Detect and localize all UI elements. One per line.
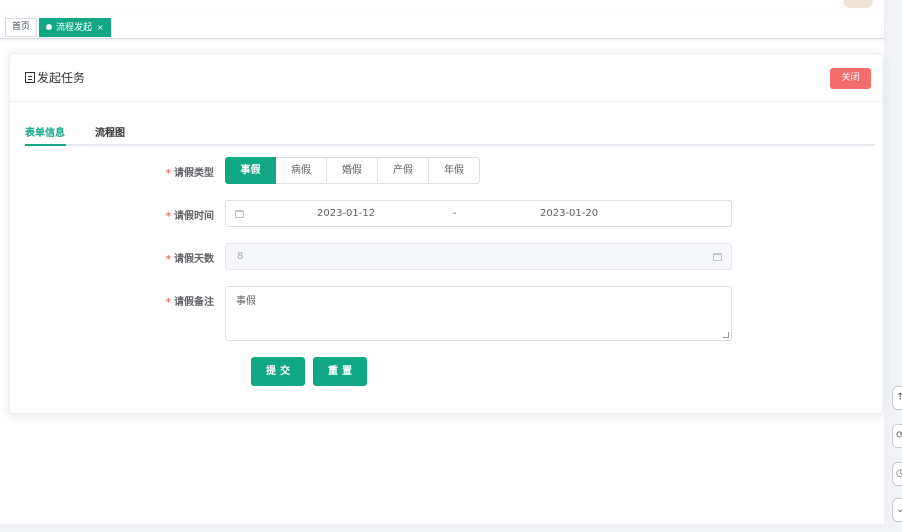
tags-view-bar: 首页 流程发起 × (0, 16, 884, 39)
resize-handle-icon[interactable] (723, 332, 729, 338)
start-date-input[interactable]: 2023-01-12 (317, 208, 375, 219)
tag-active-label: 流程发起 (56, 23, 93, 33)
clock-icon[interactable]: ◷ (892, 462, 902, 486)
tag-process-start[interactable]: 流程发起 × (39, 18, 111, 37)
submit-button[interactable]: 提交 (251, 357, 305, 386)
leave-type-option-maternity[interactable]: 产假 (378, 157, 429, 184)
leave-days-value: 8 (237, 251, 244, 262)
leave-type-option-marriage[interactable]: 婚假 (327, 157, 378, 184)
leave-remark-textarea[interactable]: 事假 (225, 286, 732, 341)
leave-days-input: 8 (225, 243, 732, 270)
scroll-top-icon[interactable]: ↑ (892, 386, 902, 410)
document-icon (25, 72, 35, 83)
page-title-text: 发起任务 (37, 71, 86, 85)
task-card: 发起任务 关闭 表单信息 流程图 * 请假类型 事假 病假 婚假 产假 年假 * 请… (9, 53, 883, 414)
leave-days-label: * 请假天数 (134, 250, 214, 265)
tag-home[interactable]: 首页 (5, 18, 38, 37)
leave-type-option-personal[interactable]: 事假 (225, 157, 276, 184)
leave-type-label-text: 请假类型 (174, 168, 214, 179)
range-separator: - (453, 208, 457, 219)
active-dot-icon (46, 24, 52, 30)
tab-form-info[interactable]: 表单信息 (25, 124, 65, 139)
card-header: 发起任务 关闭 (10, 54, 882, 102)
leave-remark-value: 事假 (236, 296, 256, 307)
page: 首页 流程发起 × 发起任务 关闭 表单信息 流程图 * 请假类型 事假 病假 婚假… (0, 0, 884, 524)
required-mark: * (165, 211, 171, 222)
tabs: 表单信息 流程图 (25, 118, 875, 146)
leave-type-label: * 请假类型 (134, 164, 214, 179)
leave-time-label-text: 请假时间 (174, 211, 214, 222)
refresh-icon[interactable]: ⟳ (892, 424, 902, 448)
leave-time-label: * 请假时间 (134, 207, 214, 222)
required-mark: * (165, 254, 171, 265)
calendar-icon (713, 253, 722, 261)
tag-close-icon[interactable]: × (97, 23, 104, 32)
tab-flow-chart[interactable]: 流程图 (95, 124, 125, 139)
leave-remark-label-text: 请假备注 (174, 297, 214, 308)
leave-time-range-picker[interactable]: 2023-01-12 - 2023-01-20 (225, 200, 732, 227)
page-title: 发起任务 (25, 69, 85, 86)
leave-type-radio-group: 事假 病假 婚假 产假 年假 (225, 157, 480, 184)
calendar-icon (235, 210, 244, 218)
leave-days-label-text: 请假天数 (174, 254, 214, 265)
tag-home-label: 首页 (12, 22, 31, 32)
end-date-input[interactable]: 2023-01-20 (540, 208, 598, 219)
leave-type-option-annual[interactable]: 年假 (429, 157, 480, 184)
close-button[interactable]: 关闭 (830, 68, 871, 89)
leave-remark-label: * 请假备注 (134, 293, 214, 308)
chevron-down-icon[interactable]: ⌄ (892, 498, 902, 522)
reset-button[interactable]: 重置 (313, 357, 367, 386)
active-tab-indicator (25, 144, 66, 146)
avatar[interactable] (843, 0, 873, 8)
required-mark: * (165, 168, 171, 179)
leave-type-option-sick[interactable]: 病假 (276, 157, 327, 184)
required-mark: * (165, 297, 171, 308)
